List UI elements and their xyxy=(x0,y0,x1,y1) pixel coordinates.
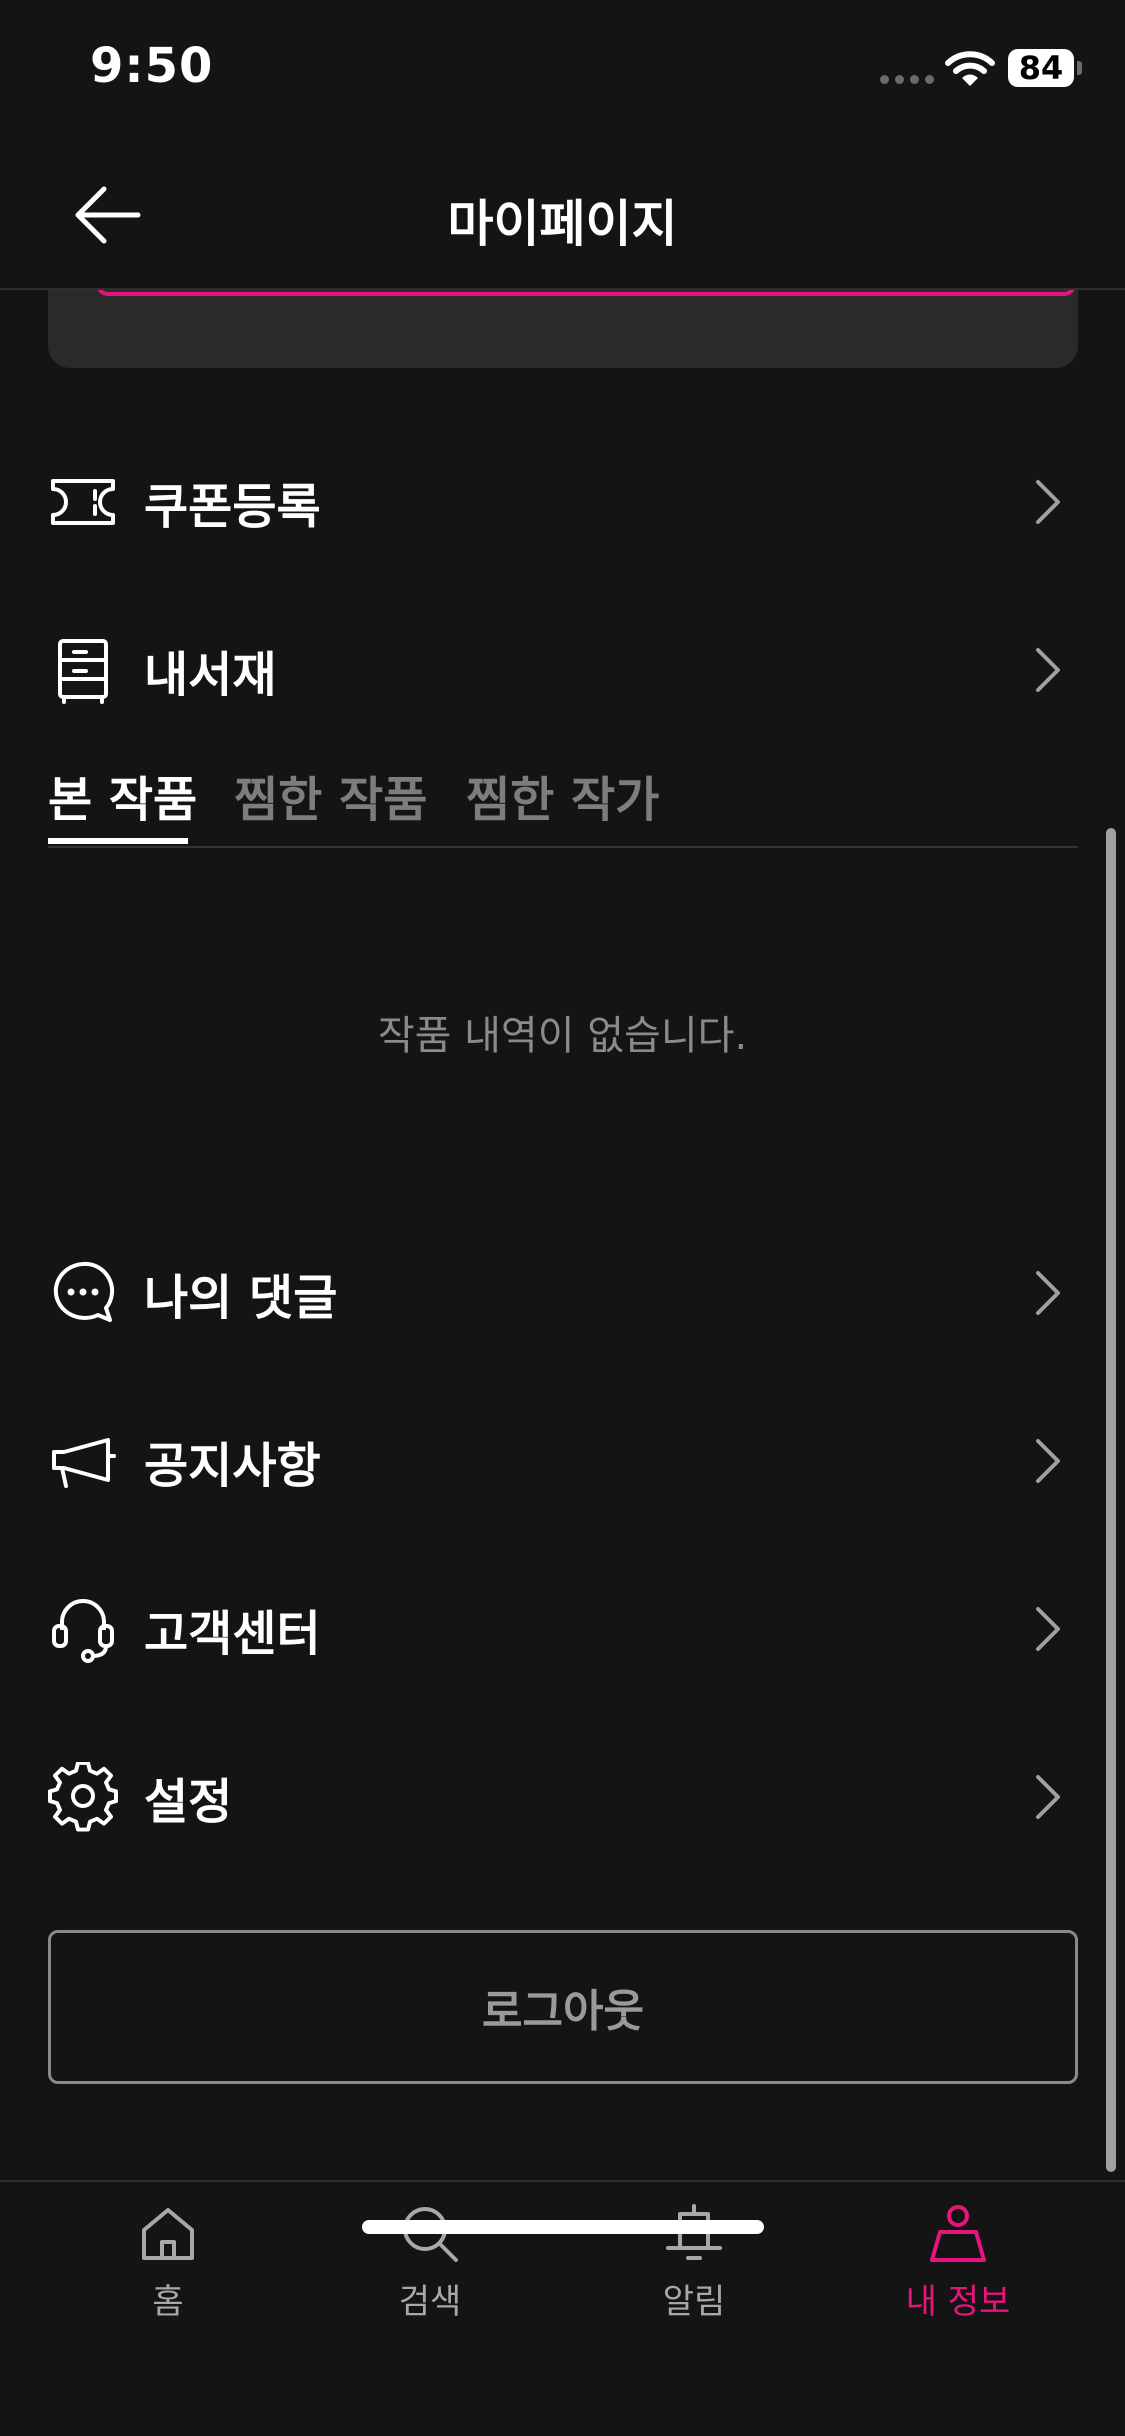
menu-item-customer-center[interactable]: 고객센터 xyxy=(48,1569,1078,1689)
chevron-right-icon xyxy=(1036,648,1060,692)
nav-label: 검색 xyxy=(398,2282,462,2322)
headset-icon xyxy=(48,1594,118,1664)
menu-item-library[interactable]: 내서재 xyxy=(48,610,1078,730)
chevron-right-icon xyxy=(1036,1439,1060,1483)
chevron-right-icon xyxy=(1036,1607,1060,1651)
menu-item-label: 나의 댓글 xyxy=(144,1270,338,1326)
scrollbar[interactable] xyxy=(1106,828,1116,2172)
megaphone-icon xyxy=(48,1426,118,1496)
bottom-nav: 홈 검색 알림 내 정보 xyxy=(0,2180,1125,2436)
battery-tip xyxy=(1077,61,1082,75)
nav-item-home[interactable]: 홈 xyxy=(68,2202,268,2332)
tab-liked-works[interactable]: 찜한 작품 xyxy=(234,760,427,830)
nav-label: 홈 xyxy=(152,2282,184,2322)
menu-item-label: 쿠폰등록 xyxy=(144,479,321,535)
nav-label: 알림 xyxy=(662,2282,726,2322)
status-time: 9:50 xyxy=(90,38,214,94)
tab-liked-authors[interactable]: 찜한 작가 xyxy=(466,760,659,830)
chevron-right-icon xyxy=(1036,1775,1060,1819)
empty-state-message: 작품 내역이 없습니다. xyxy=(377,1013,748,1059)
active-tab-indicator xyxy=(48,838,188,844)
wifi-icon xyxy=(945,51,995,86)
gear-icon xyxy=(48,1762,118,1832)
person-icon xyxy=(930,2205,986,2262)
menu-item-notices[interactable]: 공지사항 xyxy=(48,1401,1078,1521)
ticket-icon xyxy=(48,467,118,537)
home-indicator xyxy=(362,2220,764,2234)
nav-item-my-info[interactable]: 내 정보 xyxy=(858,2202,1058,2332)
drawer-icon xyxy=(48,635,118,705)
nav-label: 내 정보 xyxy=(905,2282,1011,2322)
menu-item-label: 고객센터 xyxy=(144,1606,321,1662)
page-title: 마이페이지 xyxy=(447,195,678,253)
chevron-right-icon xyxy=(1036,1271,1060,1315)
chat-bubble-icon xyxy=(48,1258,118,1328)
status-bar: 9:50 84 xyxy=(0,0,1125,140)
search-icon xyxy=(403,2207,458,2262)
bell-icon xyxy=(666,2204,722,2260)
tab-viewed[interactable]: 본 작품 xyxy=(48,760,197,830)
menu-item-label: 내서재 xyxy=(144,647,277,703)
my-page-screen: 9:50 84 마이페이지 쿠폰등록 내서재 본 작품 찜한 작품 찜한 작가 … xyxy=(0,0,1125,2436)
library-tabs: 본 작품 찜한 작품 찜한 작가 xyxy=(48,750,1078,848)
chevron-right-icon xyxy=(1036,480,1060,524)
signal-icon xyxy=(880,75,934,84)
home-icon xyxy=(142,2208,194,2260)
menu-item-coupon[interactable]: 쿠폰등록 xyxy=(48,442,1078,562)
battery-indicator: 84 xyxy=(1008,49,1074,87)
header: 마이페이지 xyxy=(0,140,1125,290)
menu-item-comments[interactable]: 나의 댓글 xyxy=(48,1233,1078,1353)
menu-item-settings[interactable]: 설정 xyxy=(48,1737,1078,1857)
menu-item-label: 공지사항 xyxy=(144,1438,321,1494)
menu-item-label: 설정 xyxy=(144,1774,233,1830)
logout-button[interactable]: 로그아웃 xyxy=(48,1930,1078,2084)
